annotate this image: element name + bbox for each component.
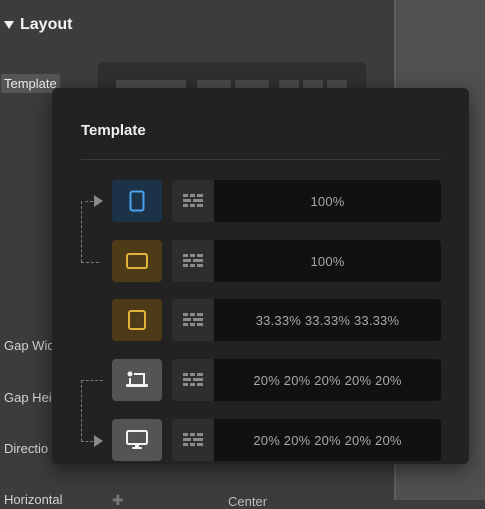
device-button-mobile[interactable]: [112, 180, 162, 222]
plus-icon: ✚: [112, 492, 124, 508]
direction-label: Directio: [4, 441, 49, 456]
laptop-icon: [126, 371, 148, 387]
device-button-tablet-portrait[interactable]: [112, 299, 162, 341]
divider: [81, 159, 441, 160]
grid-settings-button[interactable]: [172, 299, 214, 341]
link-connector: [81, 441, 93, 442]
caret-down-icon: [4, 21, 14, 29]
device-button-desktop[interactable]: [112, 419, 162, 461]
device-button-tablet[interactable]: [112, 240, 162, 282]
gap-width-label: Gap Wid: [4, 338, 55, 353]
grid-settings-button[interactable]: [172, 240, 214, 282]
horizontal-value: Center: [228, 494, 268, 509]
link-connector: [85, 201, 93, 202]
template-value-input[interactable]: 20% 20% 20% 20% 20%: [214, 359, 441, 401]
template-value-input[interactable]: 100%: [214, 180, 441, 222]
tablet-icon: [128, 310, 146, 330]
grid-settings-button[interactable]: [172, 359, 214, 401]
grid-icon: [183, 313, 203, 326]
link-arrow-icon[interactable]: [94, 195, 103, 207]
grid-settings-button[interactable]: [172, 180, 214, 222]
template-row-desktop: 20% 20% 20% 20% 20%: [112, 419, 441, 461]
popup-title: Template: [81, 122, 146, 139]
grid-icon: [183, 194, 203, 207]
desktop-icon: [126, 430, 148, 449]
template-value-input[interactable]: 100%: [214, 240, 441, 282]
layout-section-header[interactable]: Layout: [4, 16, 72, 34]
device-button-laptop[interactable]: [112, 359, 162, 401]
grid-settings-button[interactable]: [172, 419, 214, 461]
link-connector: [81, 380, 82, 441]
template-label[interactable]: Template: [1, 74, 60, 93]
mobile-icon: [129, 190, 145, 212]
grid-icon: [183, 373, 203, 386]
template-row-mobile: 100%: [112, 180, 441, 222]
grid-icon: [183, 254, 203, 267]
template-row-tablet-portrait: 33.33% 33.33% 33.33%: [112, 299, 441, 341]
horizontal-select[interactable]: ✚ Center: [98, 486, 394, 509]
grid-icon: [183, 433, 203, 446]
link-arrow-icon[interactable]: [94, 435, 103, 447]
template-value-input[interactable]: 20% 20% 20% 20% 20%: [214, 419, 441, 461]
link-connector: [81, 380, 103, 381]
link-connector: [81, 201, 82, 262]
tablet-icon: [126, 253, 148, 269]
template-value-input[interactable]: 33.33% 33.33% 33.33%: [214, 299, 441, 341]
gap-height-label: Gap Hei: [4, 390, 52, 405]
section-title: Layout: [20, 16, 73, 33]
link-connector: [81, 262, 99, 263]
template-popup: Template 100% 100% 33.33% 33.33% 33.33% …: [52, 88, 469, 464]
template-row-tablet: 100%: [112, 240, 441, 282]
template-row-laptop: 20% 20% 20% 20% 20%: [112, 359, 441, 401]
